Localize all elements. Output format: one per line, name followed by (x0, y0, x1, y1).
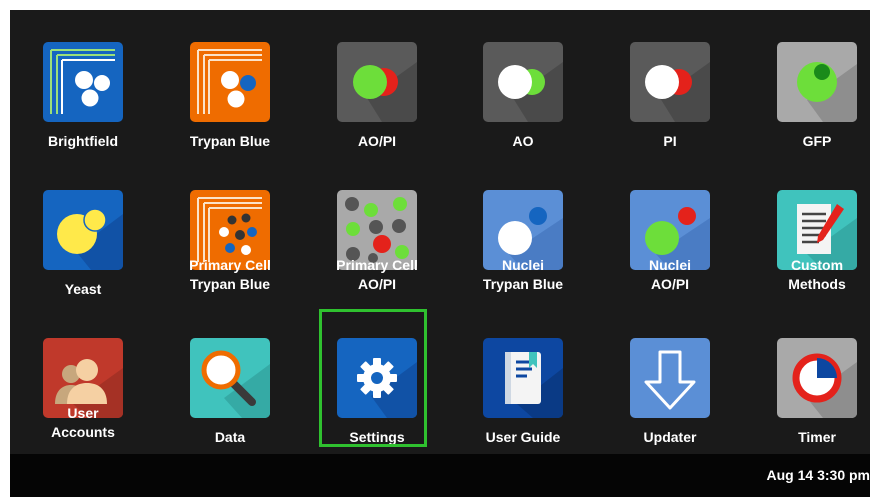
app-custom-methods[interactable]: Custom Methods (757, 170, 870, 302)
yeast-icon (43, 190, 123, 270)
app-user-guide[interactable]: User Guide (463, 318, 583, 450)
app-label: Nuclei Trypan Blue (482, 257, 564, 292)
app-pi[interactable]: PI (610, 22, 730, 154)
status-bar: Aug 14 3:30 pm (10, 454, 870, 497)
app-ao-pi[interactable]: AO/PI (317, 22, 437, 154)
app-timer[interactable]: Timer (757, 318, 870, 450)
gfp-icon (777, 42, 857, 122)
app-label: Data (214, 429, 246, 445)
app-primary-cell-trypan-blue[interactable]: Primary Cell Trypan Blue (170, 170, 290, 302)
app-label: Custom Methods (788, 257, 846, 292)
trypan-blue-icon (190, 42, 270, 122)
app-updater[interactable]: Updater (610, 318, 730, 450)
book-icon (483, 338, 563, 418)
app-label: Nuclei AO/PI (648, 257, 691, 292)
timer-icon (777, 338, 857, 418)
download-arrow-icon (630, 338, 710, 418)
app-user-accounts[interactable]: User Accounts (23, 318, 143, 450)
app-gfp[interactable]: GFP (757, 22, 870, 154)
app-label: User Accounts (51, 405, 115, 440)
app-label: Brightfield (48, 133, 118, 149)
app-label: Primary Cell AO/PI (336, 257, 418, 292)
app-label: AO (512, 133, 534, 149)
data-search-icon (190, 338, 270, 418)
app-brightfield[interactable]: Brightfield (23, 22, 143, 154)
app-ao[interactable]: AO (463, 22, 583, 154)
app-settings[interactable]: Settings (317, 309, 437, 450)
tablet-screen: Brightfield Trypan Blue AO/PI AO PI GFP … (10, 10, 870, 497)
app-label: Updater (643, 429, 697, 445)
status-clock: Aug 14 3:30 pm (766, 467, 870, 483)
app-label: Primary Cell Trypan Blue (189, 257, 271, 292)
gear-icon (337, 338, 417, 418)
app-label: Settings (349, 429, 405, 445)
app-label: PI (663, 133, 677, 149)
app-grid: Brightfield Trypan Blue AO/PI AO PI GFP … (10, 10, 870, 454)
app-yeast[interactable]: Yeast (23, 170, 143, 302)
app-label: AO/PI (357, 133, 397, 149)
app-label: Trypan Blue (189, 133, 271, 149)
app-nuclei-trypan-blue[interactable]: Nuclei Trypan Blue (463, 170, 583, 302)
app-primary-cell-ao-pi[interactable]: Primary Cell AO/PI (317, 170, 437, 302)
app-data[interactable]: Data (170, 318, 290, 450)
ao-icon (483, 42, 563, 122)
ao-pi-icon (337, 42, 417, 122)
app-label: Yeast (64, 281, 102, 297)
app-label: GFP (802, 133, 832, 149)
brightfield-icon (43, 42, 123, 122)
app-trypan-blue[interactable]: Trypan Blue (170, 22, 290, 154)
pi-icon (630, 42, 710, 122)
app-nuclei-ao-pi[interactable]: Nuclei AO/PI (610, 170, 730, 302)
app-label: User Guide (485, 429, 561, 445)
app-label: Timer (798, 429, 836, 445)
